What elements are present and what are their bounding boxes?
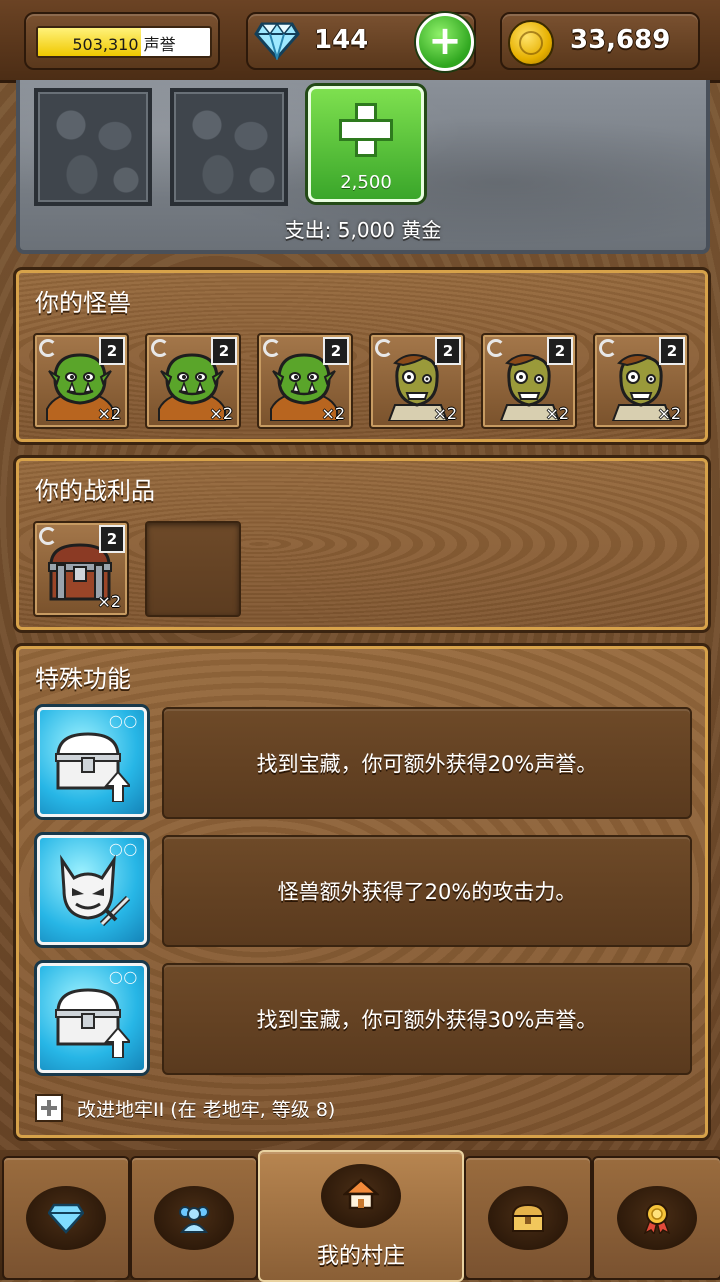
treasure-chest-icon [511, 1203, 545, 1232]
feature-description: 怪兽额外获得了20%的攻击力。 [162, 835, 692, 947]
level-badge: 2 [99, 525, 125, 553]
nav-tab-treasure[interactable] [464, 1156, 592, 1280]
monster-slot[interactable]: 2 ×2 [33, 333, 129, 429]
cycle-icon [487, 339, 505, 357]
gold-count: 33,689 [570, 25, 671, 55]
item-count: ×2 [433, 404, 457, 423]
house-icon [343, 1178, 379, 1210]
monster-slot[interactable]: 2 ×2 [257, 333, 353, 429]
cycle-icon [263, 339, 281, 357]
dungeon-room-slot[interactable] [170, 88, 288, 206]
level-badge: 2 [435, 337, 461, 365]
feature-icon[interactable]: ◯◯ [37, 963, 147, 1073]
monster-slot[interactable]: 2 ×2 [369, 333, 465, 429]
panel-title: 特殊功能 [35, 665, 131, 693]
diamond-icon [254, 22, 300, 60]
monster-slot[interactable]: 2 ×2 [593, 333, 689, 429]
item-count: ×2 [97, 592, 121, 611]
improve-dungeon-text: 改进地牢II (在 老地牢, 等级 8) [77, 1098, 336, 1121]
empty-loot-slot[interactable] [145, 521, 241, 617]
treasure-chest-up-icon [55, 732, 130, 802]
cycle-icon [375, 339, 393, 357]
demon-sword-icon [60, 854, 131, 927]
cycle-icon [599, 339, 617, 357]
cycle-icon [39, 339, 57, 357]
add-gems-button[interactable]: + [416, 13, 474, 71]
nav-tab-shop[interactable] [2, 1156, 130, 1280]
gold-display: 33,689 [500, 12, 700, 70]
plus-icon [35, 1094, 63, 1122]
level-badge: 2 [211, 337, 237, 365]
gem-display: 144 + [246, 12, 476, 71]
gem-count: 144 [314, 25, 369, 55]
gold-coin-icon [508, 20, 554, 66]
item-count: ×2 [97, 404, 121, 423]
nav-tab-my-village[interactable]: 我的村庄 [258, 1150, 464, 1282]
panel-title: 你的怪兽 [35, 289, 131, 317]
reputation-value: 503,310 声誉 [72, 35, 176, 54]
special-features-panel: 特殊功能 ◯◯ 找到宝藏，你可额外获得20%声誉。 ◯◯ 怪兽额外获得了20%的… [16, 646, 708, 1138]
nav-tab-achievements[interactable] [592, 1156, 720, 1280]
dungeon-rooms-strip: 2,500 支出: 5,000 黄金 [16, 80, 710, 254]
item-count: ×2 [209, 404, 233, 423]
expense-text: 支出: 5,000 黄金 [284, 218, 442, 242]
nav-tab-social[interactable] [130, 1156, 258, 1280]
top-resource-bar: 503,310 声誉 144 + 33,689 [0, 0, 720, 83]
item-count: ×2 [657, 404, 681, 423]
treasure-chest-up-icon [55, 988, 130, 1058]
level-badge: 2 [99, 337, 125, 365]
add-room-cost: 2,500 [340, 172, 392, 193]
reputation-display: 503,310 声誉 [24, 12, 220, 70]
feature-icon[interactable]: ◯◯ [37, 707, 147, 817]
item-count: ×2 [321, 404, 345, 423]
dungeon-room-slot[interactable] [34, 88, 152, 206]
monsters-panel: 你的怪兽 2 ×2 2 ×2 2 ×2 2 ×2 2 ×2 2 ×2 [16, 270, 708, 442]
panel-title: 你的战利品 [35, 477, 155, 505]
level-badge: 2 [323, 337, 349, 365]
loot-slot[interactable]: 2 ×2 [33, 521, 129, 617]
cycle-icon [39, 527, 57, 545]
people-icon [179, 1206, 209, 1233]
feature-description: 找到宝藏，你可额外获得20%声誉。 [162, 707, 692, 819]
plus-icon [339, 103, 393, 157]
improve-dungeon-row[interactable]: 改进地牢II (在 老地牢, 等级 8) [35, 1093, 335, 1123]
loot-panel: 你的战利品 2 ×2 [16, 458, 708, 630]
cycle-icon [151, 339, 169, 357]
level-badge: 2 [659, 337, 685, 365]
bottom-navigation: 我的村庄 [0, 1150, 720, 1282]
medal-icon [643, 1203, 671, 1234]
add-room-button[interactable]: 2,500 [308, 86, 424, 202]
feature-description: 找到宝藏，你可额外获得30%声誉。 [162, 963, 692, 1075]
diamond-icon [48, 1203, 84, 1234]
level-badge: 2 [547, 337, 573, 365]
item-count: ×2 [545, 404, 569, 423]
reputation-progress-bar: 503,310 声誉 [36, 26, 212, 58]
monster-slot[interactable]: 2 ×2 [481, 333, 577, 429]
nav-tab-label: 我的村庄 [316, 1244, 405, 1269]
monster-slot[interactable]: 2 ×2 [145, 333, 241, 429]
feature-icon[interactable]: ◯◯ [37, 835, 147, 945]
